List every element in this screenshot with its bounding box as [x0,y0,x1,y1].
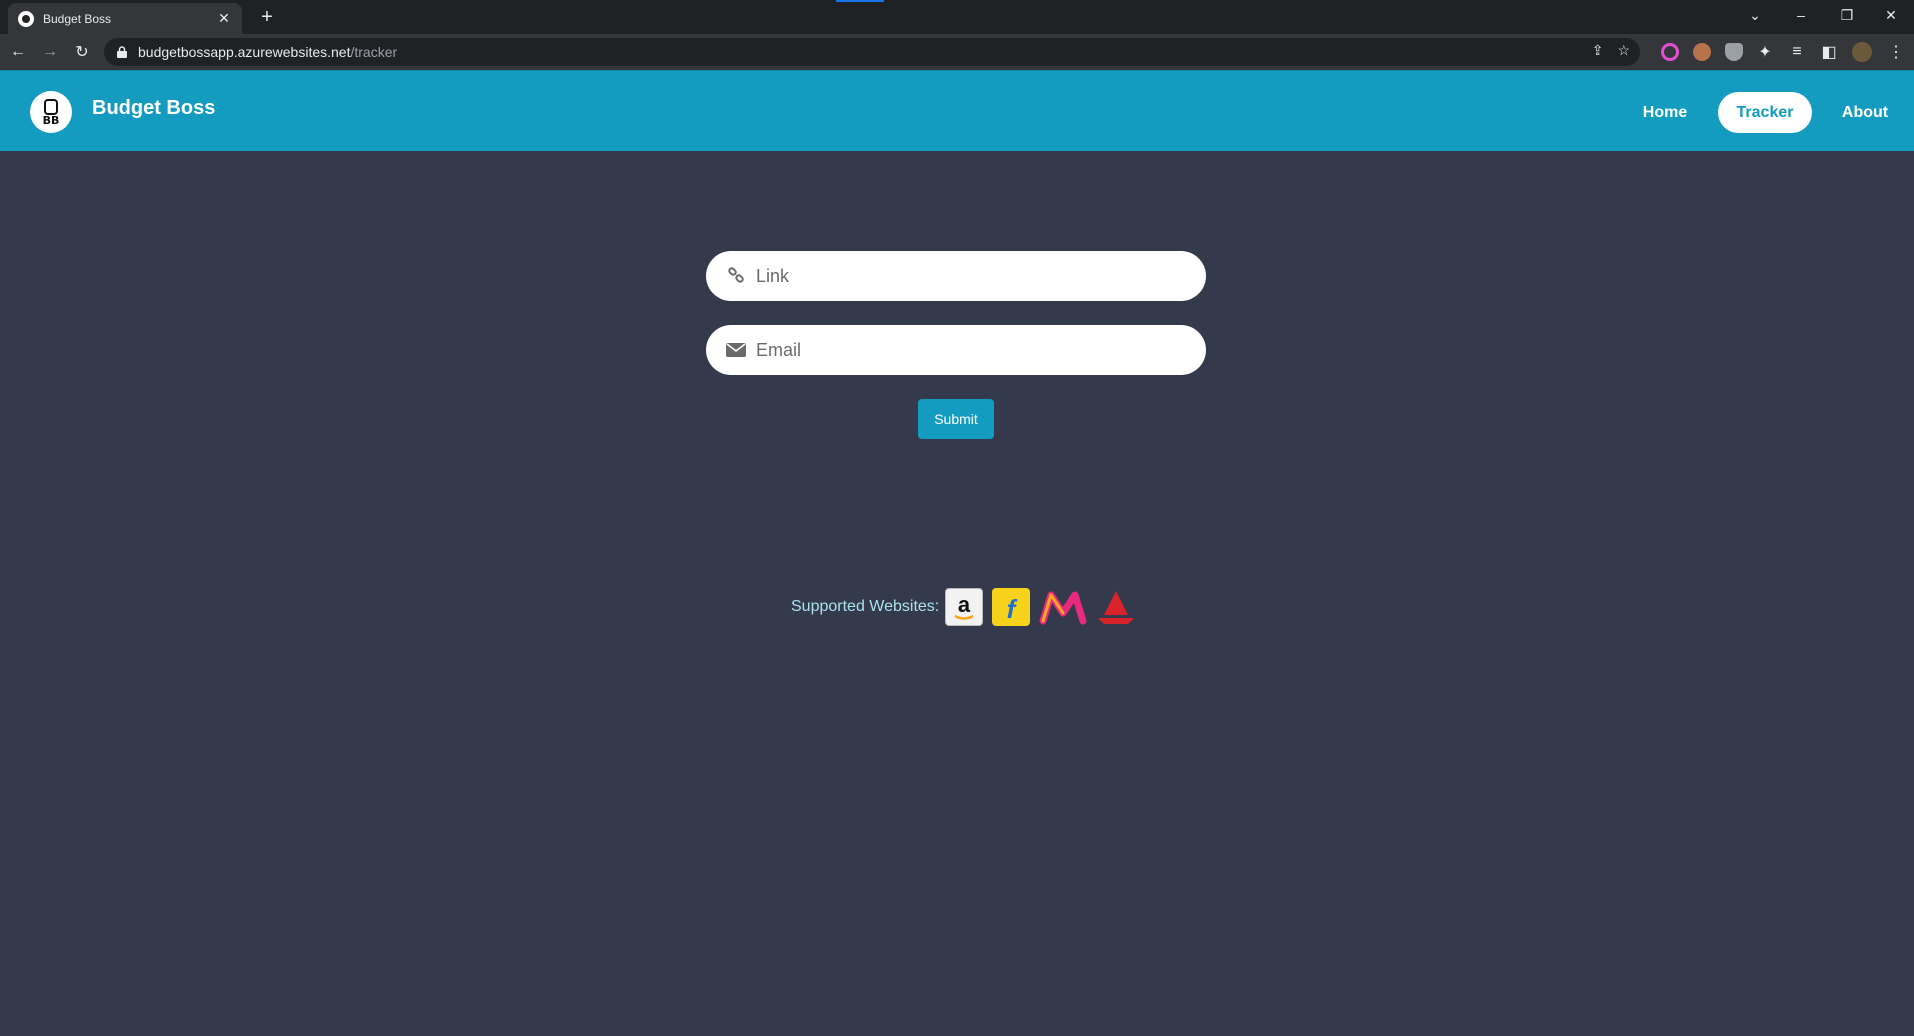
submit-button[interactable]: Submit [918,399,994,439]
restore-button[interactable]: ❐ [1824,0,1870,30]
nav-tracker[interactable]: Tracker [1718,92,1812,133]
flipkart-logo-icon: f [992,588,1031,626]
reload-icon[interactable]: ↻ [70,40,94,64]
svg-text:f: f [1007,594,1018,624]
color-extension-icon[interactable] [1661,43,1679,61]
supported-label: Supported Websites: [791,598,940,615]
browser-toolbar: ← → ↻ budgetbossapp.azurewebsites.net /t… [0,34,1914,70]
link-input[interactable] [756,265,1176,287]
tab-title: Budget Boss [43,11,112,26]
email-field[interactable] [706,325,1206,375]
coin-stack-icon [44,98,58,115]
minimize-button[interactable]: – [1778,0,1824,30]
close-window-button[interactable]: ✕ [1868,0,1914,30]
svg-text:a: a [958,592,971,617]
media-control-icon[interactable]: ≡ [1785,40,1809,64]
link-field[interactable] [706,251,1206,301]
link-icon [726,266,746,286]
back-icon[interactable]: ← [6,40,30,64]
favicon-icon [18,10,34,27]
email-input[interactable] [756,339,1176,361]
brand-name[interactable]: Budget Boss [92,97,215,120]
envelope-icon [726,340,746,360]
side-panel-icon[interactable]: ◧ [1817,40,1841,64]
nav-about[interactable]: About [1830,92,1900,133]
amazon-logo-icon: a [945,588,984,626]
lock-icon [116,45,128,59]
boat-logo-icon [1096,588,1136,626]
shield-extension-icon[interactable] [1725,43,1743,61]
logo-text: BB [42,113,60,127]
url-path: /tracker [350,44,398,60]
url-host: budgetbossapp.azurewebsites.net [138,44,351,60]
supported-websites: Supported Websites: a f [791,588,1145,626]
address-bar[interactable]: budgetbossapp.azurewebsites.net /tracker… [104,38,1640,66]
new-tab-button[interactable]: + [256,6,278,28]
bookmark-star-icon[interactable]: ☆ [1617,42,1630,59]
nav-home[interactable]: Home [1630,92,1700,133]
browser-tab[interactable]: Budget Boss ✕ [8,3,242,34]
extensions-puzzle-icon[interactable]: ✦ [1753,40,1777,64]
share-icon[interactable]: ⇪ [1592,42,1604,59]
myntra-logo-icon [1039,588,1087,626]
tab-strip-accent [836,0,884,2]
tab-search-icon[interactable]: ⌄ [1732,0,1778,30]
site-header: BB Budget Boss Home Tracker About [0,70,1914,151]
profile-avatar[interactable] [1852,42,1872,62]
browser-tab-bar: Budget Boss ✕ + ⌄ – ❐ ✕ [0,0,1914,34]
menu-kebab-icon[interactable]: ⋮ [1884,40,1908,64]
tab-close-icon[interactable]: ✕ [216,10,232,27]
forward-icon[interactable]: → [38,40,62,64]
fox-extension-icon[interactable] [1693,43,1711,61]
budget-boss-logo[interactable]: BB [30,91,72,133]
